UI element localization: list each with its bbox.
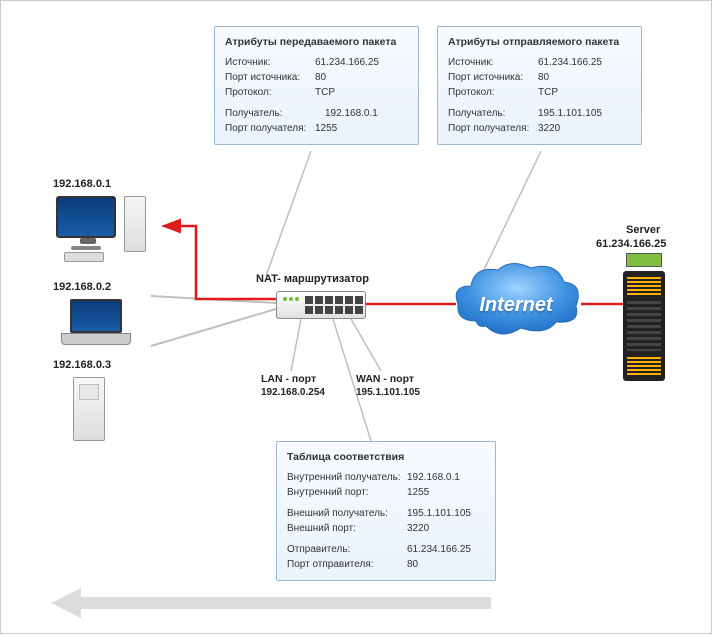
- host2-ip: 192.168.0.2: [53, 281, 111, 293]
- sent-packet-box: Атрибуты отправляемого пакета Источник:6…: [437, 26, 642, 145]
- forwarded-packet-box: Атрибуты передаваемого пакета Источник:6…: [214, 26, 419, 145]
- wan-port-label: WAN - порт: [356, 373, 414, 385]
- nat-mapping-table: Таблица соответствия Внутренний получате…: [276, 441, 496, 581]
- host1-ip: 192.168.0.1: [53, 178, 111, 190]
- server-label: Server: [626, 224, 660, 236]
- router-icon: [276, 291, 366, 319]
- direction-arrow-icon: [51, 588, 491, 618]
- nat-router-label: NAT- маршрутизатор: [256, 273, 369, 285]
- server-ip: 61.234.166.25: [596, 238, 666, 250]
- desktop-pc-icon: [56, 196, 116, 262]
- lan-ip: 192.168.0.254: [261, 387, 325, 398]
- box-title: Атрибуты отправляемого пакета: [448, 35, 631, 51]
- internet-cloud-icon: Internet: [446, 256, 586, 346]
- cloud-label: Internet: [446, 294, 586, 317]
- lan-port-label: LAN - порт: [261, 373, 316, 385]
- server-rack-icon: [623, 271, 665, 381]
- wan-ip: 195.1.101.105: [356, 387, 420, 398]
- box-title: Атрибуты передаваемого пакета: [225, 35, 408, 51]
- nat-diagram: Атрибуты передаваемого пакета Источник:6…: [0, 0, 712, 634]
- tower-pc-icon: [73, 377, 105, 441]
- laptop-icon: [57, 299, 135, 349]
- host3-ip: 192.168.0.3: [53, 359, 111, 371]
- box-title: Таблица соответствия: [287, 450, 485, 466]
